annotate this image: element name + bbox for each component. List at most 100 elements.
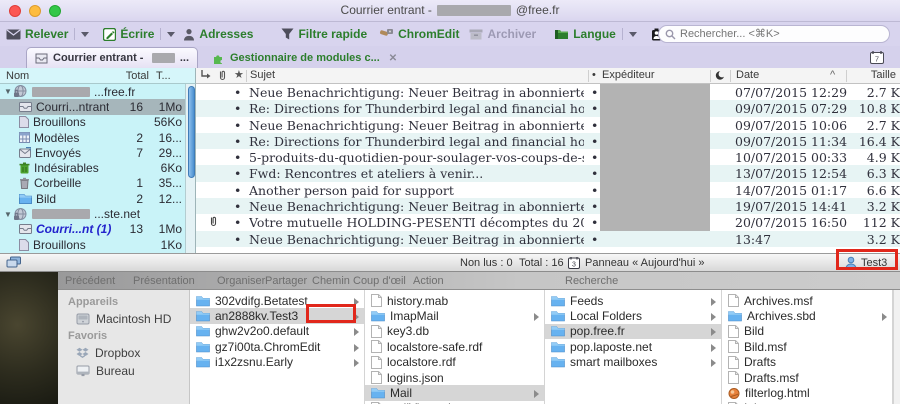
finder-item[interactable]: history.mab [365, 293, 544, 308]
search-input[interactable] [680, 28, 870, 40]
finder-item[interactable]: Archives.sbd [722, 308, 892, 323]
finder-item[interactable]: Mail [365, 385, 544, 401]
folder-name: Courri...nt (1) [36, 222, 112, 237]
thread-column-icon[interactable] [200, 69, 211, 80]
sidebar-item-dropbox[interactable]: Dropbox [58, 344, 189, 362]
finder-item[interactable]: ImapMail [365, 308, 544, 323]
today-pane-button[interactable]: 3 Panneau « Aujourd'hui » [567, 256, 705, 270]
finder-window: Précédent Présentation Organiser Partager Ch… [58, 272, 900, 404]
folder-tree-row[interactable]: Brouillons 56Ko [0, 115, 185, 130]
finder-toolbar-item-pr-c-dent[interactable]: Précédent [65, 275, 115, 287]
folder-tree-row[interactable]: Courri...nt (1) 13 1Mo [0, 222, 185, 237]
toolbar-button-relever[interactable]: Relever [6, 27, 90, 41]
tab-inbox[interactable]: Courrier entrant - ... [26, 47, 198, 68]
folder-header-size[interactable]: T... [156, 70, 171, 82]
folder-tree-row[interactable]: Modèles 2 16... [0, 130, 185, 145]
folder-tree-row[interactable]: Bild 2 12... [0, 191, 185, 206]
subject-column-header[interactable]: Sujet [250, 69, 275, 81]
toolbar-button-filtre-rapide[interactable]: Filtre rapide [281, 27, 367, 41]
folder-header-name[interactable]: Nom [6, 70, 29, 82]
search-field[interactable] [658, 25, 890, 43]
twisty-icon[interactable]: ▼ [3, 210, 13, 219]
message-row[interactable]: • Re: Directions for Thunderbird legal an… [196, 100, 900, 117]
finder-item[interactable]: smart mailboxes [545, 355, 721, 370]
calendar-tab-button[interactable]: 7 [866, 48, 888, 66]
message-subject: Neue Benachrichtigung: Neuer Beitrag in … [249, 85, 584, 100]
toolbar-button--crire[interactable]: Écrire [103, 27, 176, 41]
toolbar-button-chromedit[interactable]: ChromEdit [379, 27, 459, 41]
finder-toolbar-item-pr-sentation[interactable]: Présentation [133, 275, 195, 287]
read-column-header[interactable]: • [592, 69, 596, 81]
chevron-down-icon[interactable] [628, 31, 637, 37]
sidebar-item-macintosh-hd[interactable]: Macintosh HD [58, 310, 189, 328]
star-column-icon[interactable]: ★ [234, 68, 244, 81]
finder-toolbar-item-coup-d-il[interactable]: Coup d'œil [353, 275, 406, 287]
finder-toolbar-item-organiser[interactable]: Organiser [217, 275, 265, 287]
folder-size: 16... [158, 130, 182, 145]
chevron-down-icon[interactable] [81, 31, 90, 37]
toolbar-button-langue[interactable]: Langue [554, 27, 637, 41]
message-row[interactable]: • Neue Benachrichtigung: Neuer Beitrag in… [196, 198, 900, 215]
finder-toolbar-item-partager[interactable]: Partager [265, 275, 307, 287]
finder-item[interactable]: Local Folders [545, 308, 721, 323]
finder-area: Précédent Présentation Organiser Partager Ch… [0, 272, 900, 404]
finder-item[interactable]: pop.free.fr [545, 323, 721, 340]
message-date: 14/07/2015 01:17 [735, 182, 848, 198]
finder-item[interactable]: ghw2v2o0.default [190, 324, 364, 339]
finder-toolbar-item-chemin[interactable]: Chemin [312, 275, 350, 287]
folder-pane-scrollbar[interactable] [185, 84, 196, 253]
folder-tree-row[interactable]: Brouillons 1Ko [0, 237, 185, 252]
finder-item[interactable]: logins.json [365, 370, 544, 385]
sender-column-header[interactable]: Expéditeur [602, 69, 655, 81]
folder-tree-row[interactable]: Indésirables 6Ko [0, 160, 185, 175]
finder-item[interactable]: pop.laposte.net [545, 339, 721, 354]
finder-item[interactable]: Archives.msf [722, 293, 892, 308]
scrollbar-thumb[interactable] [187, 86, 195, 178]
finder-item[interactable]: localstore.rdf [365, 355, 544, 370]
junk-column-icon[interactable] [715, 70, 725, 81]
online-status-icon[interactable] [6, 256, 22, 269]
message-row[interactable]: • Fwd: Rencontres et ateliers à venir... •… [196, 165, 900, 182]
folder-size: 1Mo [158, 222, 182, 237]
folder-tree-account-row[interactable]: ▼ ...ste.net [0, 206, 185, 221]
finder-toolbar-item-action[interactable]: Action [413, 275, 444, 287]
toolbar-button-adresses[interactable]: Adresses [183, 27, 253, 41]
folder-tree-row[interactable]: Corbeille 1 35... [0, 176, 185, 191]
message-row[interactable]: • Re: Directions for Thunderbird legal an… [196, 132, 900, 150]
finder-item[interactable]: Drafts [722, 355, 892, 370]
finder-item[interactable]: gz7i00ta.ChromEdit [190, 339, 364, 354]
finder-item[interactable]: localstore-safe.rdf [365, 339, 544, 354]
folder-tree-account-row[interactable]: ▼ ...free.fr [0, 84, 185, 99]
read-status-dot: • [591, 199, 599, 215]
folder-header-total[interactable]: Total [126, 70, 149, 82]
tab-addons-label: Gestionnaire de modules c... [230, 52, 380, 64]
finder-item[interactable]: filterlog.html [722, 385, 892, 400]
message-row[interactable]: • Neue Benachrichtigung: Neuer Beitrag in… [196, 116, 900, 133]
finder-item[interactable]: Bild.msf [722, 339, 892, 354]
finder-item[interactable]: Drafts.msf [722, 370, 892, 385]
folder-tree-row[interactable]: Courri...ntrant 16 1Mo [0, 99, 185, 115]
sidebar-item-bureau[interactable]: Bureau [58, 362, 189, 380]
finder-toolbar-item-recherche[interactable]: Recherche [565, 275, 618, 287]
twisty-icon[interactable]: ▼ [3, 87, 13, 96]
finder-item[interactable]: Bild [722, 324, 892, 339]
tab-close-icon[interactable]: ✕ [389, 53, 397, 64]
status-bar: Non lus : 0 Total : 16 3 Panneau « Aujou… [0, 253, 900, 272]
message-date: 09/07/2015 07:29 [735, 101, 848, 117]
finder-scrollbar[interactable] [893, 290, 900, 404]
message-row[interactable]: • Votre mutuelle HOLDING-PESENTI décompte… [196, 214, 900, 231]
date-column-header[interactable]: Date [736, 69, 759, 81]
message-row[interactable]: • 5-produits-du-quotidien-pour-soulager-v… [196, 149, 900, 166]
message-row[interactable]: • Neue Benachrichtigung: Neuer Beitrag in… [196, 230, 900, 247]
toolbar-button-archiver[interactable]: Archiver [469, 27, 536, 41]
tab-addons-manager[interactable]: Gestionnaire de modules c... ✕ [206, 48, 403, 68]
folder-tree-row[interactable]: Envoyés 7 29... [0, 145, 185, 160]
attachment-column-icon[interactable] [218, 69, 227, 81]
message-row[interactable]: • Neue Benachrichtigung: Neuer Beitrag in… [196, 84, 900, 101]
message-row[interactable]: • Another person paid for support • 14/07/2… [196, 181, 900, 199]
chevron-down-icon[interactable] [167, 31, 176, 37]
finder-item[interactable]: Feeds [545, 293, 721, 308]
size-column-header[interactable]: Taille [871, 69, 896, 81]
finder-item[interactable]: key3.db [365, 324, 544, 339]
finder-item[interactable]: i1x2zsnu.Early [190, 355, 364, 370]
